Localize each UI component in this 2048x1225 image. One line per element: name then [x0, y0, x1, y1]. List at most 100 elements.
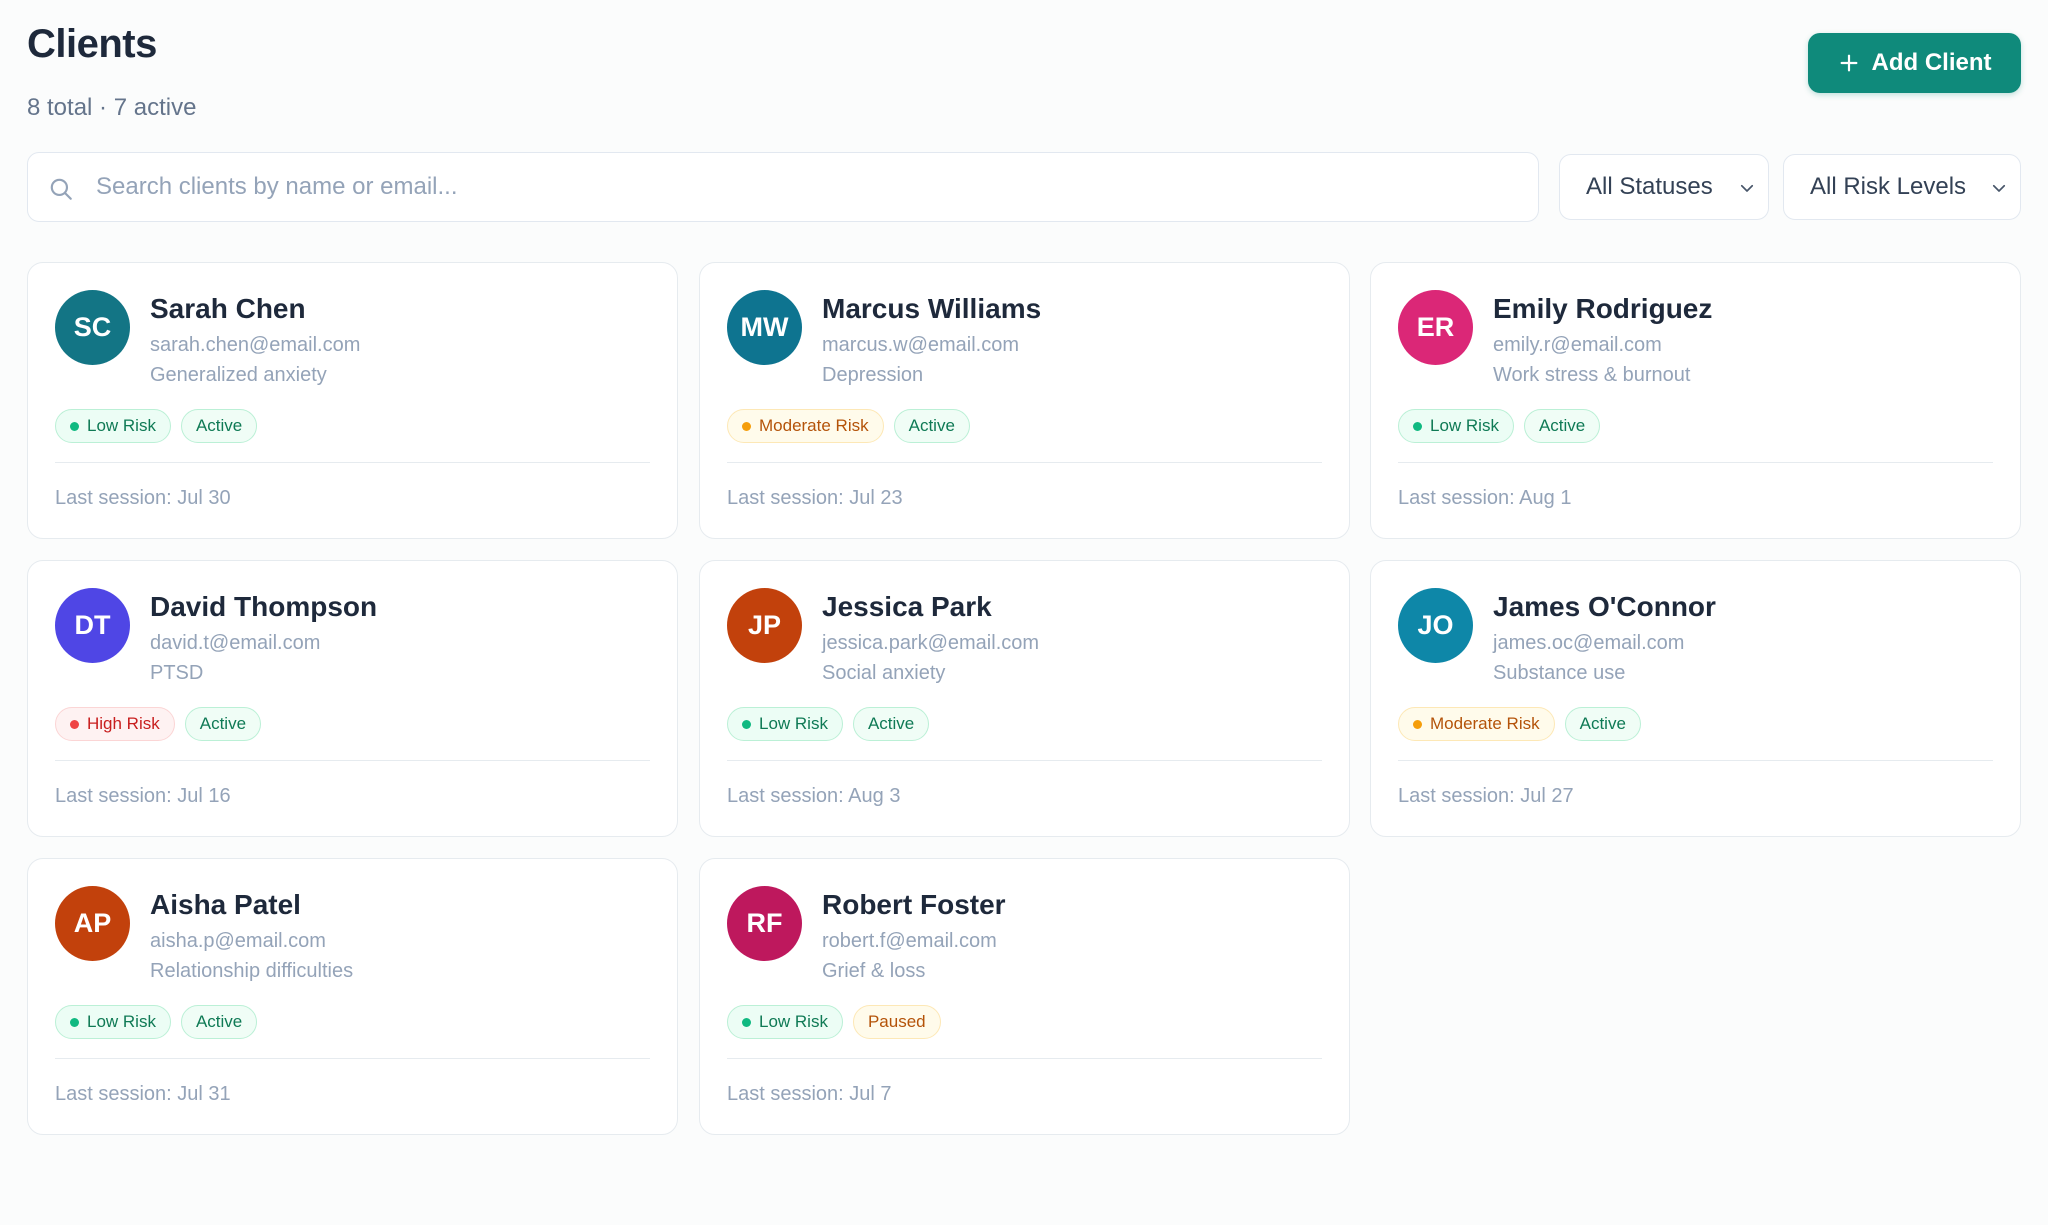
client-name[interactable]: Robert Foster — [822, 889, 1006, 921]
risk-filter-value: All Risk Levels — [1810, 173, 1967, 200]
risk-dot-icon — [1413, 421, 1422, 431]
risk-badge-label: Low Risk — [87, 416, 156, 435]
client-card[interactable]: JP Jessica Park jessica.park@email.com Soci… — [699, 560, 1350, 837]
badge-row: Low Risk Active — [55, 409, 258, 443]
client-name[interactable]: Aisha Patel — [150, 889, 301, 921]
badge-row: Low Risk Active — [727, 707, 930, 741]
badge-row: Moderate Risk Active — [1398, 707, 1641, 741]
risk-dot-icon — [1413, 719, 1422, 729]
client-concern: PTSD — [150, 662, 204, 684]
add-client-button[interactable]: Add Client — [1808, 33, 2021, 93]
search-icon — [50, 178, 72, 200]
client-name[interactable]: David Thompson — [150, 591, 377, 623]
avatar: ER — [1398, 290, 1473, 365]
client-concern: Substance use — [1493, 662, 1626, 684]
card-divider — [1398, 760, 1993, 761]
last-session: Last session: Aug 1 — [1398, 487, 1572, 509]
client-email: robert.f@email.com — [822, 930, 997, 952]
client-email: emily.r@email.com — [1493, 334, 1662, 356]
card-divider — [55, 462, 650, 463]
risk-dot-icon — [70, 421, 79, 431]
search-input[interactable] — [96, 153, 1516, 221]
risk-badge: Low Risk — [727, 707, 843, 741]
last-session: Last session: Jul 7 — [727, 1083, 892, 1105]
status-filter-select[interactable]: All Statuses — [1559, 154, 1769, 220]
risk-badge: Low Risk — [1398, 409, 1514, 443]
client-card[interactable]: MW Marcus Williams marcus.w@email.com Depre… — [699, 262, 1350, 539]
status-badge: Active — [180, 409, 258, 443]
risk-badge-label: High Risk — [87, 714, 160, 733]
risk-badge: Low Risk — [727, 1005, 843, 1039]
client-name[interactable]: Emily Rodriguez — [1493, 293, 1712, 325]
risk-badge-label: Low Risk — [759, 1012, 828, 1031]
card-divider — [55, 1058, 650, 1059]
status-badge: Active — [893, 409, 970, 443]
last-session: Last session: Jul 31 — [55, 1083, 231, 1105]
badge-row: Low Risk Active — [1398, 409, 1601, 443]
avatar: SC — [55, 290, 130, 365]
risk-badge: Moderate Risk — [727, 409, 884, 443]
client-card[interactable]: AP Aisha Patel aisha.p@email.com Relationsh… — [27, 858, 678, 1135]
chevron-down-icon — [1740, 184, 1754, 192]
risk-badge-label: Low Risk — [87, 1012, 156, 1031]
client-name[interactable]: James O'Connor — [1493, 591, 1716, 623]
filter-bar: All Statuses All Risk Levels — [27, 152, 2021, 222]
badge-row: High Risk Active — [55, 707, 262, 741]
risk-badge: Low Risk — [55, 409, 171, 443]
client-email: jessica.park@email.com — [822, 632, 1040, 654]
last-session: Last session: Jul 23 — [727, 487, 903, 509]
risk-dot-icon — [742, 719, 751, 729]
status-badge: Active — [852, 707, 930, 741]
avatar: JP — [727, 588, 802, 663]
last-session: Last session: Jul 16 — [55, 785, 231, 807]
risk-badge-label: Moderate Risk — [1430, 714, 1540, 733]
client-card[interactable]: SC Sarah Chen sarah.chen@email.com Generali… — [27, 262, 678, 539]
status-filter-value: All Statuses — [1586, 173, 1713, 200]
avatar: MW — [727, 290, 802, 365]
card-divider — [727, 462, 1322, 463]
client-card[interactable]: ER Emily Rodriguez emily.r@email.com Work s… — [1370, 262, 2021, 539]
risk-badge-label: Moderate Risk — [759, 416, 869, 435]
badge-row: Low Risk Active — [55, 1005, 258, 1039]
page-title: Clients — [27, 22, 157, 66]
status-badge: Active — [1523, 409, 1601, 443]
client-count-summary: 8 total · 7 active — [27, 94, 197, 121]
risk-badge: Low Risk — [55, 1005, 171, 1039]
client-email: david.t@email.com — [150, 632, 321, 654]
client-card[interactable]: RF Robert Foster robert.f@email.com Grief &… — [699, 858, 1350, 1135]
client-concern: Work stress & burnout — [1493, 364, 1691, 386]
client-card[interactable]: DT David Thompson david.t@email.com PTSD Hig… — [27, 560, 678, 837]
last-session: Last session: Jul 30 — [55, 487, 231, 509]
last-session: Last session: Jul 27 — [1398, 785, 1574, 807]
last-session: Last session: Aug 3 — [727, 785, 901, 807]
avatar: AP — [55, 886, 130, 961]
badge-row: Moderate Risk Active — [727, 409, 970, 443]
client-concern: Social anxiety — [822, 662, 946, 684]
clients-page: Clients 8 total · 7 active Add Client Al… — [0, 0, 2048, 1225]
client-name[interactable]: Jessica Park — [822, 591, 992, 623]
status-badge: Active — [1564, 707, 1641, 741]
risk-badge: Moderate Risk — [1398, 707, 1555, 741]
search-box[interactable] — [27, 152, 1539, 222]
client-email: marcus.w@email.com — [822, 334, 1020, 356]
risk-badge: High Risk — [55, 707, 175, 741]
avatar: DT — [55, 588, 130, 663]
client-name[interactable]: Sarah Chen — [150, 293, 306, 325]
client-concern: Generalized anxiety — [150, 364, 327, 386]
avatar: RF — [727, 886, 802, 961]
client-concern: Relationship difficulties — [150, 960, 354, 982]
status-badge: Active — [180, 1005, 258, 1039]
client-card[interactable]: JO James O'Connor james.oc@email.com Substa… — [1370, 560, 2021, 837]
badge-row: Low Risk Paused — [727, 1005, 941, 1039]
risk-dot-icon — [70, 1017, 79, 1027]
risk-filter-select[interactable]: All Risk Levels — [1783, 154, 2021, 220]
page-header: Clients 8 total · 7 active Add Client — [27, 18, 2021, 121]
client-concern: Depression — [822, 364, 924, 386]
client-email: james.oc@email.com — [1493, 632, 1685, 654]
risk-badge-label: Low Risk — [759, 714, 828, 733]
client-name[interactable]: Marcus Williams — [822, 293, 1041, 325]
client-concern: Grief & loss — [822, 960, 926, 982]
avatar: JO — [1398, 588, 1473, 663]
plus-icon — [1840, 54, 1857, 72]
card-divider — [1398, 462, 1993, 463]
